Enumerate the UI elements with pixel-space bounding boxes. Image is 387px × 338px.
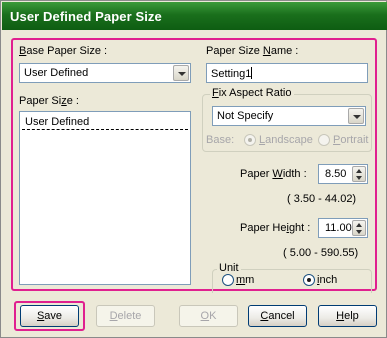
paper-size-list-label: Paper Size :	[19, 95, 79, 107]
dialog-title: User Defined Paper Size	[2, 2, 387, 30]
paper-size-name-label: Paper Size Name :	[206, 45, 299, 57]
help-button[interactable]: Help	[318, 305, 377, 327]
cancel-button[interactable]: Cancel	[248, 305, 307, 327]
spin-arrows-icon[interactable]	[352, 220, 366, 236]
base-paper-size-label: Base Paper Size :	[19, 45, 108, 57]
spin-arrows-icon[interactable]	[352, 166, 366, 182]
base-paper-size-select[interactable]: User Defined	[19, 63, 191, 83]
paper-size-highlight-frame: Base Paper Size : User Defined Paper Siz…	[11, 38, 377, 293]
chevron-down-icon[interactable]	[348, 108, 364, 124]
unit-mm-radio[interactable]	[222, 274, 234, 286]
delete-button[interactable]: Delete	[96, 305, 155, 327]
unit-inch-radio[interactable]	[303, 274, 315, 286]
fix-aspect-ratio-value: Not Specify	[217, 110, 274, 122]
list-item[interactable]: User Defined	[22, 114, 188, 130]
paper-width-value: 8.50	[325, 168, 347, 180]
portrait-radio[interactable]	[318, 134, 330, 146]
unit-label: Unit	[217, 262, 241, 274]
paper-width-range: ( 3.50 - 44.02)	[287, 193, 357, 205]
paper-width-label: Paper Width :	[240, 168, 307, 180]
landscape-label: Landscape	[259, 134, 313, 146]
ok-button[interactable]: OK	[179, 305, 238, 327]
paper-height-spinner[interactable]: 11.00	[318, 218, 368, 238]
paper-height-range: ( 5.00 - 590.55)	[283, 247, 359, 259]
landscape-radio[interactable]	[244, 134, 256, 146]
save-button[interactable]: Save	[20, 305, 79, 327]
paper-height-value: 11.00	[325, 222, 352, 234]
unit-mm-label: mm	[236, 274, 255, 286]
paper-size-name-input[interactable]: Setting1	[206, 63, 368, 83]
portrait-label: Portrait	[333, 134, 369, 146]
base-paper-size-value: User Defined	[24, 67, 89, 79]
fix-aspect-ratio-label: Fix Aspect Ratio	[210, 87, 294, 99]
unit-inch-label: inch	[317, 274, 338, 286]
fix-aspect-ratio-select[interactable]: Not Specify	[212, 106, 366, 126]
paper-width-spinner[interactable]: 8.50	[318, 164, 368, 184]
chevron-down-icon[interactable]	[173, 65, 189, 81]
paper-size-name-value: Setting1	[211, 67, 253, 80]
paper-height-label: Paper Height :	[240, 222, 311, 234]
paper-size-list[interactable]: User Defined	[19, 111, 191, 285]
dialog-window: User Defined Paper Size Base Paper Size …	[0, 0, 387, 338]
base-orientation-label: Base:	[206, 134, 235, 146]
